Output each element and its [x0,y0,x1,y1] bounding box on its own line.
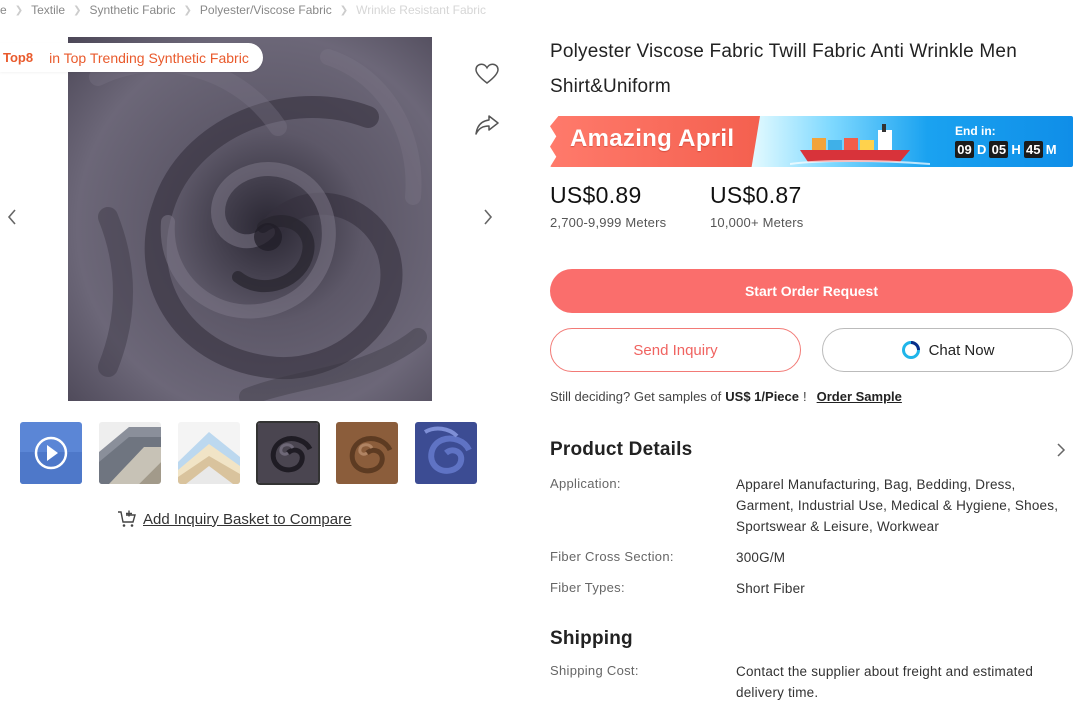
send-inquiry-button[interactable]: Send Inquiry [550,328,801,372]
countdown-hours-unit: H [1011,142,1021,157]
countdown-hours: 05 [989,141,1009,158]
breadcrumb-item-wrinkle-resistant[interactable]: Wrinkle Resistant Fabric [356,3,486,17]
thumbnail-image[interactable] [98,421,162,485]
promo-end-label: End in: [955,124,996,138]
price-quantity: 2,700-9,999 Meters [550,215,667,230]
prev-image-button[interactable] [0,205,24,229]
breadcrumb-item[interactable]: e [0,3,7,17]
spec-label-application: Application: [550,476,621,491]
shipping-cost-label: Shipping Cost: [550,663,639,678]
spec-label-fiber-cross-section: Fiber Cross Section: [550,549,674,564]
thumbnail-strip [19,421,478,485]
breadcrumb-item-polyester-viscose[interactable]: Polyester/Viscose Fabric [200,3,332,17]
sample-unit: /Piece [761,389,799,404]
price-value: US$0.87 [710,182,802,208]
heart-icon [475,63,499,84]
spec-value-application: Apparel Manufacturing, Bag, Bedding, Dre… [736,477,1059,534]
spec-value-fiber-cross-section: 300G/M [736,550,786,565]
countdown-days-unit: D [977,142,987,157]
shipping-cost-value: Contact the supplier about freight and e… [736,664,1034,700]
pastel-fabric-thumbnail [178,422,240,484]
add-inquiry-basket-link[interactable]: Add Inquiry Basket to Compare [117,510,351,528]
blue-swirl-thumbnail [415,422,477,484]
trending-rank-badge[interactable]: Top8 in Top Trending Synthetic Fabric [0,43,263,72]
breadcrumb-item-synthetic-fabric[interactable]: Synthetic Fabric [89,3,175,17]
chevron-right-icon: ❯ [339,4,349,16]
chat-spinner-icon [901,341,920,359]
chat-now-label: Chat Now [928,341,995,359]
chevron-left-icon [7,209,16,225]
share-button[interactable] [473,111,501,139]
promo-banner[interactable]: Amazing April End in: 09 D 05 H 45 M [550,116,1073,167]
chat-now-button[interactable]: Chat Now [822,328,1073,372]
price-quantity: 10,000+ Meters [710,215,804,230]
spec-value-fiber-types: Short Fiber [736,581,805,596]
price-tiers: US$0.89 2,700-9,999 Meters US$0.87 10,00… [550,182,844,230]
chevron-right-icon: ❯ [73,4,82,16]
main-product-image[interactable] [68,37,432,401]
cargo-ship-icon [790,124,930,165]
thumbnail-image-selected[interactable] [256,421,320,485]
share-icon [475,115,499,135]
breadcrumb: e ❯ Textile ❯ Synthetic Fabric ❯ Polyest… [0,2,486,18]
chevron-right-icon: ❯ [14,4,24,16]
sample-text: Still deciding? Get samples of [550,389,722,404]
product-details-heading[interactable]: Product Details [550,439,692,461]
promo-title: Amazing April [570,125,735,152]
price-value: US$0.89 [550,182,642,208]
chevron-right-icon [484,209,493,225]
favorite-button[interactable] [473,60,501,88]
next-image-button[interactable] [476,205,500,229]
countdown-minutes-unit: M [1045,142,1057,157]
sample-info: Still deciding? Get samples of US$ 1/Pie… [550,389,902,404]
dark-swirl-thumbnail [258,423,318,483]
basket-label: Add Inquiry Basket to Compare [143,510,352,528]
chevron-right-icon [1057,443,1066,457]
grey-fabric-thumbnail [99,422,161,484]
rank-label: Top8 [3,50,34,65]
breadcrumb-item-textile[interactable]: Textile [31,3,65,17]
product-title: Polyester Viscose Fabric Twill Fabric An… [550,41,1017,97]
cart-plus-icon [118,510,136,527]
countdown-minutes: 45 [1023,141,1043,158]
sample-bang: ! [803,389,807,404]
thumbnail-image[interactable] [335,421,399,485]
spec-label-fiber-types: Fiber Types: [550,580,625,595]
thumbnail-video[interactable] [19,421,83,485]
thumbnail-image[interactable] [177,421,241,485]
shipping-heading: Shipping [550,628,633,649]
chevron-right-icon: ❯ [183,4,192,16]
price-tier: US$0.87 10,000+ Meters [710,182,804,230]
order-sample-link[interactable]: Order Sample [817,389,902,404]
brown-swirl-thumbnail [336,422,398,484]
promo-countdown: 09 D 05 H 45 M [955,141,1057,158]
video-thumbnail-image [20,422,82,484]
rank-description: in Top Trending Synthetic Fabric [49,49,249,66]
start-order-request-button[interactable]: Start Order Request [550,269,1073,313]
fabric-swirl-image [68,37,432,401]
sample-price: US$ 1 [725,389,762,404]
product-details-expand-button[interactable] [1052,441,1070,459]
price-tier: US$0.89 2,700-9,999 Meters [550,182,670,230]
countdown-days: 09 [955,141,974,158]
thumbnail-image[interactable] [414,421,478,485]
